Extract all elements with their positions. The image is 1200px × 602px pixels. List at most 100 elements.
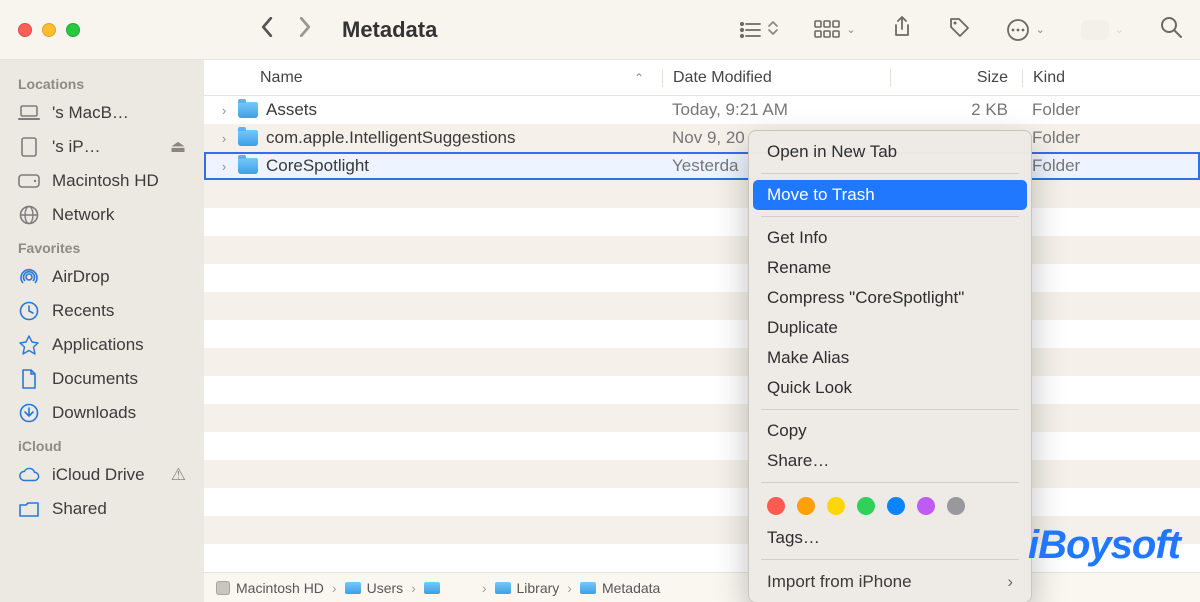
table-row[interactable]: › Assets Today, 9:21 AM 2 KB Folder	[204, 96, 1200, 124]
chevron-right-icon	[298, 17, 312, 37]
sidebar-item-icloud-drive[interactable]: iCloud Drive ⚠	[0, 458, 204, 492]
menu-item-rename[interactable]: Rename	[749, 253, 1031, 283]
disclosure-icon[interactable]: ›	[218, 131, 230, 146]
table-row[interactable]: › CoreSpotlight Yesterda Folder	[204, 152, 1200, 180]
window-title: Metadata	[342, 17, 437, 43]
path-segment[interactable]: Library	[495, 580, 560, 596]
sidebar-section-locations: Locations	[0, 68, 204, 96]
menu-item-compress[interactable]: Compress "CoreSpotlight"	[749, 283, 1031, 313]
pill-menu-button[interactable]: ⌄	[1081, 20, 1124, 40]
tag-red[interactable]	[767, 497, 785, 515]
sidebar-item-documents[interactable]: Documents	[0, 362, 204, 396]
ellipsis-circle-icon	[1006, 18, 1030, 42]
tags-button[interactable]	[948, 16, 970, 43]
menu-item-copy[interactable]: Copy	[749, 416, 1031, 446]
sidebar-item-downloads[interactable]: Downloads	[0, 396, 204, 430]
menu-item-tags[interactable]: Tags…	[749, 523, 1031, 553]
view-mode-button[interactable]	[738, 20, 778, 40]
empty-row	[204, 180, 1200, 208]
eject-icon[interactable]: ⏏	[170, 137, 186, 157]
tag-purple[interactable]	[917, 497, 935, 515]
path-segment[interactable]: Users	[345, 580, 404, 596]
minimize-window-button[interactable]	[42, 23, 56, 37]
menu-item-import-from-iphone[interactable]: Import from iPhone ›	[749, 566, 1031, 594]
disk-icon	[216, 581, 230, 595]
path-segment[interactable]: Metadata	[580, 580, 660, 596]
group-by-button[interactable]: ⌄	[814, 20, 855, 40]
laptop-icon	[18, 102, 40, 124]
toolbar-icons: ⌄ ⌄	[738, 16, 1182, 43]
search-button[interactable]	[1160, 16, 1182, 43]
sidebar-item-applications[interactable]: Applications	[0, 328, 204, 362]
zoom-window-button[interactable]	[66, 23, 80, 37]
menu-separator	[761, 216, 1019, 217]
tag-blue[interactable]	[887, 497, 905, 515]
file-size: 2 KB	[890, 100, 1022, 120]
path-bar: Macintosh HD › Users › › Library › Metad…	[204, 572, 1200, 602]
menu-separator	[761, 482, 1019, 483]
sidebar-item-label: AirDrop	[52, 267, 186, 287]
empty-row	[204, 376, 1200, 404]
file-kind: Folder	[1022, 128, 1200, 148]
sidebar-item-airdrop[interactable]: AirDrop	[0, 260, 204, 294]
sidebar-item-label: 's MacB…	[52, 103, 186, 123]
sidebar-item-macintosh-hd[interactable]: Macintosh HD	[0, 164, 204, 198]
column-headers: Name ⌃ Date Modified Size Kind	[204, 60, 1200, 96]
tag-gray[interactable]	[947, 497, 965, 515]
column-header-label: Date Modified	[673, 69, 772, 87]
sidebar-item-shared[interactable]: Shared	[0, 492, 204, 526]
close-window-button[interactable]	[18, 23, 32, 37]
sidebar-item-macbook[interactable]: 's MacB…	[0, 96, 204, 130]
menu-item-share[interactable]: Share…	[749, 446, 1031, 476]
forward-button[interactable]	[298, 17, 312, 42]
column-header-label: Size	[977, 69, 1008, 87]
chevron-down-icon: ⌄	[1115, 23, 1124, 36]
folder-icon	[238, 130, 258, 146]
file-name: CoreSpotlight	[266, 156, 369, 176]
file-name: Assets	[266, 100, 317, 120]
sidebar-item-ipad[interactable]: 's iP… ⏏	[0, 130, 204, 164]
path-segment[interactable]	[424, 582, 474, 594]
menu-separator	[761, 173, 1019, 174]
tag-green[interactable]	[857, 497, 875, 515]
back-button[interactable]	[260, 17, 274, 42]
disclosure-icon[interactable]: ›	[218, 103, 230, 118]
column-header-size[interactable]: Size	[890, 69, 1022, 87]
column-header-date[interactable]: Date Modified	[662, 69, 890, 87]
empty-row	[204, 460, 1200, 488]
path-label: Macintosh HD	[236, 580, 324, 596]
tag-orange[interactable]	[797, 497, 815, 515]
column-header-name[interactable]: Name ⌃	[204, 69, 662, 87]
chevron-left-icon	[260, 17, 274, 37]
folder-icon	[345, 582, 361, 594]
share-icon	[892, 16, 912, 38]
sidebar-item-recents[interactable]: Recents	[0, 294, 204, 328]
column-header-kind[interactable]: Kind	[1022, 69, 1200, 87]
empty-row	[204, 348, 1200, 376]
folder-icon	[580, 582, 596, 594]
download-icon	[18, 402, 40, 424]
sidebar-item-network[interactable]: Network	[0, 198, 204, 232]
table-row[interactable]: › com.apple.IntelligentSuggestions Nov 9…	[204, 124, 1200, 152]
clock-icon	[18, 300, 40, 322]
menu-item-get-info[interactable]: Get Info	[749, 223, 1031, 253]
empty-row	[204, 432, 1200, 460]
menu-item-open-new-tab[interactable]: Open in New Tab	[749, 137, 1031, 167]
path-segment[interactable]: Macintosh HD	[216, 580, 324, 596]
menu-item-make-alias[interactable]: Make Alias	[749, 343, 1031, 373]
folder-icon	[238, 158, 258, 174]
airdrop-icon	[18, 266, 40, 288]
content-area: Name ⌃ Date Modified Size Kind › Assets …	[204, 60, 1200, 602]
menu-item-quick-look[interactable]: Quick Look	[749, 373, 1031, 403]
disclosure-icon[interactable]: ›	[218, 159, 230, 174]
menu-item-duplicate[interactable]: Duplicate	[749, 313, 1031, 343]
empty-row	[204, 488, 1200, 516]
sidebar-item-label: Documents	[52, 369, 186, 389]
folder-icon	[238, 102, 258, 118]
column-header-label: Kind	[1033, 69, 1065, 87]
action-menu-button[interactable]: ⌄	[1006, 18, 1045, 42]
tag-yellow[interactable]	[827, 497, 845, 515]
share-button[interactable]	[892, 16, 912, 43]
menu-item-move-to-trash[interactable]: Move to Trash	[753, 180, 1027, 210]
hdd-icon	[18, 170, 40, 192]
